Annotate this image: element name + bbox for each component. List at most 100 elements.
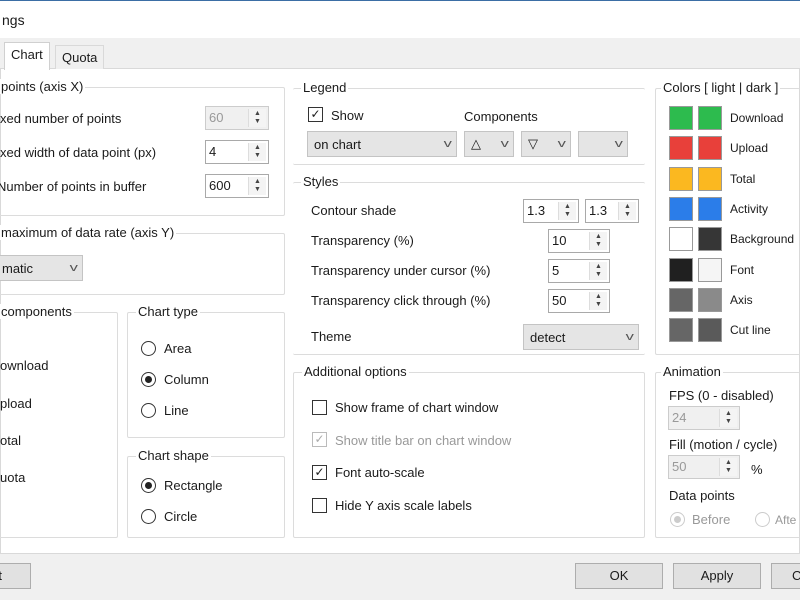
- color-swatch-dark[interactable]: [698, 106, 722, 130]
- fixed-width-label: xed width of data point (px): [0, 145, 157, 160]
- radio-after-label: Afte: [775, 513, 797, 527]
- color-label: Axis: [730, 292, 753, 307]
- fill-unit: %: [751, 462, 763, 477]
- tab-chart[interactable]: Chart: [4, 42, 50, 70]
- color-label: Upload: [730, 141, 769, 156]
- contour-shade-light-spinner[interactable]: 1.3 ▲ ▼: [523, 199, 579, 223]
- group-title: Chart shape: [136, 448, 211, 463]
- radio-area[interactable]: [141, 341, 156, 356]
- radio-before[interactable]: [670, 512, 685, 527]
- tab-strip: [0, 38, 800, 69]
- chevron-down-icon: v: [625, 331, 634, 343]
- component-upload[interactable]: pload: [0, 396, 32, 411]
- spin-arrows-icon[interactable]: ▲ ▼: [589, 262, 607, 280]
- legend-components-label: Components: [464, 109, 538, 124]
- group-title: Additional options: [302, 364, 409, 379]
- color-swatch-light[interactable]: [669, 136, 693, 161]
- color-swatch-dark[interactable]: [698, 227, 722, 252]
- theme-select[interactable]: detect v: [523, 324, 639, 350]
- cancel-button[interactable]: C: [771, 563, 800, 589]
- legend-component-1-select[interactable]: △ v: [464, 131, 514, 157]
- legend-show-checkbox[interactable]: ✓: [308, 107, 323, 122]
- color-label: Total: [730, 171, 756, 186]
- group-title: Chart type: [136, 304, 200, 319]
- component-download[interactable]: ownload: [0, 358, 48, 373]
- apply-button[interactable]: Apply: [673, 563, 761, 589]
- spin-arrows-icon[interactable]: ▲ ▼: [248, 109, 266, 127]
- color-swatch-dark[interactable]: [698, 287, 722, 312]
- fixed-number-label: xed number of points: [0, 111, 122, 126]
- chevron-down-icon: v: [443, 138, 452, 150]
- spin-arrows-icon[interactable]: ▲ ▼: [558, 202, 576, 220]
- spin-arrows-icon[interactable]: ▲ ▼: [248, 143, 266, 161]
- legend-component-3-select[interactable]: v: [578, 131, 628, 157]
- fixed-number-spinner[interactable]: 60 ▲ ▼: [205, 106, 269, 130]
- transparency-spinner[interactable]: 10 ▲ ▼: [548, 229, 610, 253]
- color-label: Font: [730, 262, 755, 277]
- legend-position-select[interactable]: on chart v: [307, 131, 457, 157]
- radio-line[interactable]: [141, 403, 156, 418]
- buffer-spinner[interactable]: 600 ▲ ▼: [205, 174, 269, 198]
- group-title: Animation: [661, 364, 723, 379]
- buffer-label: Number of points in buffer: [0, 179, 147, 194]
- contour-shade-label: Contour shade: [311, 203, 397, 218]
- spin-arrows-icon[interactable]: ▲ ▼: [589, 292, 607, 310]
- fill-label: Fill (motion / cycle): [669, 437, 778, 452]
- font-auto-scale-label: Font auto-scale: [335, 465, 425, 480]
- spin-arrows-icon[interactable]: ▲ ▼: [719, 458, 737, 476]
- legend-component-2-select[interactable]: ▽ v: [521, 131, 571, 157]
- color-swatch-dark[interactable]: [698, 257, 722, 282]
- spin-arrows-icon[interactable]: ▲ ▼: [248, 177, 266, 195]
- color-swatch-dark[interactable]: [698, 318, 722, 343]
- contour-shade-dark-spinner[interactable]: 1.3 ▲ ▼: [585, 199, 639, 223]
- fill-spinner[interactable]: 50 ▲ ▼: [668, 455, 740, 479]
- color-swatch-light[interactable]: [669, 166, 693, 191]
- group-title: maximum of data rate (axis Y): [0, 225, 177, 240]
- spin-arrows-icon[interactable]: ▲ ▼: [719, 409, 737, 427]
- fixed-width-spinner[interactable]: 4 ▲ ▼: [205, 140, 269, 164]
- color-label: Background: [730, 232, 795, 247]
- group-title: components: [0, 304, 74, 319]
- transparency-label: Transparency (%): [311, 233, 414, 248]
- fps-spinner[interactable]: 24 ▲ ▼: [668, 406, 740, 430]
- spin-arrows-icon[interactable]: ▲ ▼: [618, 202, 636, 220]
- components-group: components: [0, 304, 118, 538]
- color-swatch-light[interactable]: [669, 106, 693, 130]
- radio-area-label: Area: [164, 341, 192, 356]
- color-swatch-light[interactable]: [669, 257, 693, 282]
- color-swatch-dark[interactable]: [698, 196, 722, 221]
- color-swatch-light[interactable]: [669, 318, 693, 343]
- left-button[interactable]: t: [0, 563, 31, 589]
- chevron-down-icon: v: [557, 138, 566, 150]
- hide-y-labels-checkbox[interactable]: [312, 498, 327, 513]
- color-swatch-light[interactable]: [669, 287, 693, 312]
- ok-button[interactable]: OK: [575, 563, 663, 589]
- max-rate-select[interactable]: matic v: [0, 255, 83, 281]
- radio-after[interactable]: [755, 512, 770, 527]
- chart-shape-group: Chart shape: [127, 448, 285, 538]
- chevron-down-icon: v: [614, 138, 623, 150]
- show-frame-checkbox[interactable]: [312, 400, 327, 415]
- color-label: Activity: [730, 201, 769, 216]
- color-swatch-dark[interactable]: [698, 136, 722, 161]
- component-quota[interactable]: uota: [0, 470, 25, 485]
- font-auto-scale-checkbox[interactable]: ✓: [312, 465, 327, 480]
- transparency-click-through-spinner[interactable]: 50 ▲ ▼: [548, 289, 610, 313]
- radio-circle-label: Circle: [164, 509, 198, 524]
- color-swatch-light[interactable]: [669, 196, 693, 221]
- color-swatch-dark[interactable]: [698, 166, 722, 191]
- radio-column[interactable]: [141, 372, 156, 387]
- data-points-label: Data points: [669, 488, 735, 503]
- fps-label: FPS (0 - disabled): [669, 388, 774, 403]
- tab-quota[interactable]: Quota: [55, 45, 105, 69]
- radio-rectangle[interactable]: [141, 478, 156, 493]
- show-title-bar-checkbox[interactable]: ✓: [312, 432, 327, 447]
- group-title: Legend: [301, 80, 349, 95]
- legend-show-label: Show: [331, 108, 364, 123]
- color-swatch-light[interactable]: [669, 227, 693, 252]
- radio-rectangle-label: Rectangle: [164, 478, 223, 493]
- component-total[interactable]: otal: [0, 433, 21, 448]
- transparency-under-cursor-spinner[interactable]: 5 ▲ ▼: [548, 259, 610, 283]
- radio-circle[interactable]: [141, 509, 156, 524]
- spin-arrows-icon[interactable]: ▲ ▼: [589, 232, 607, 250]
